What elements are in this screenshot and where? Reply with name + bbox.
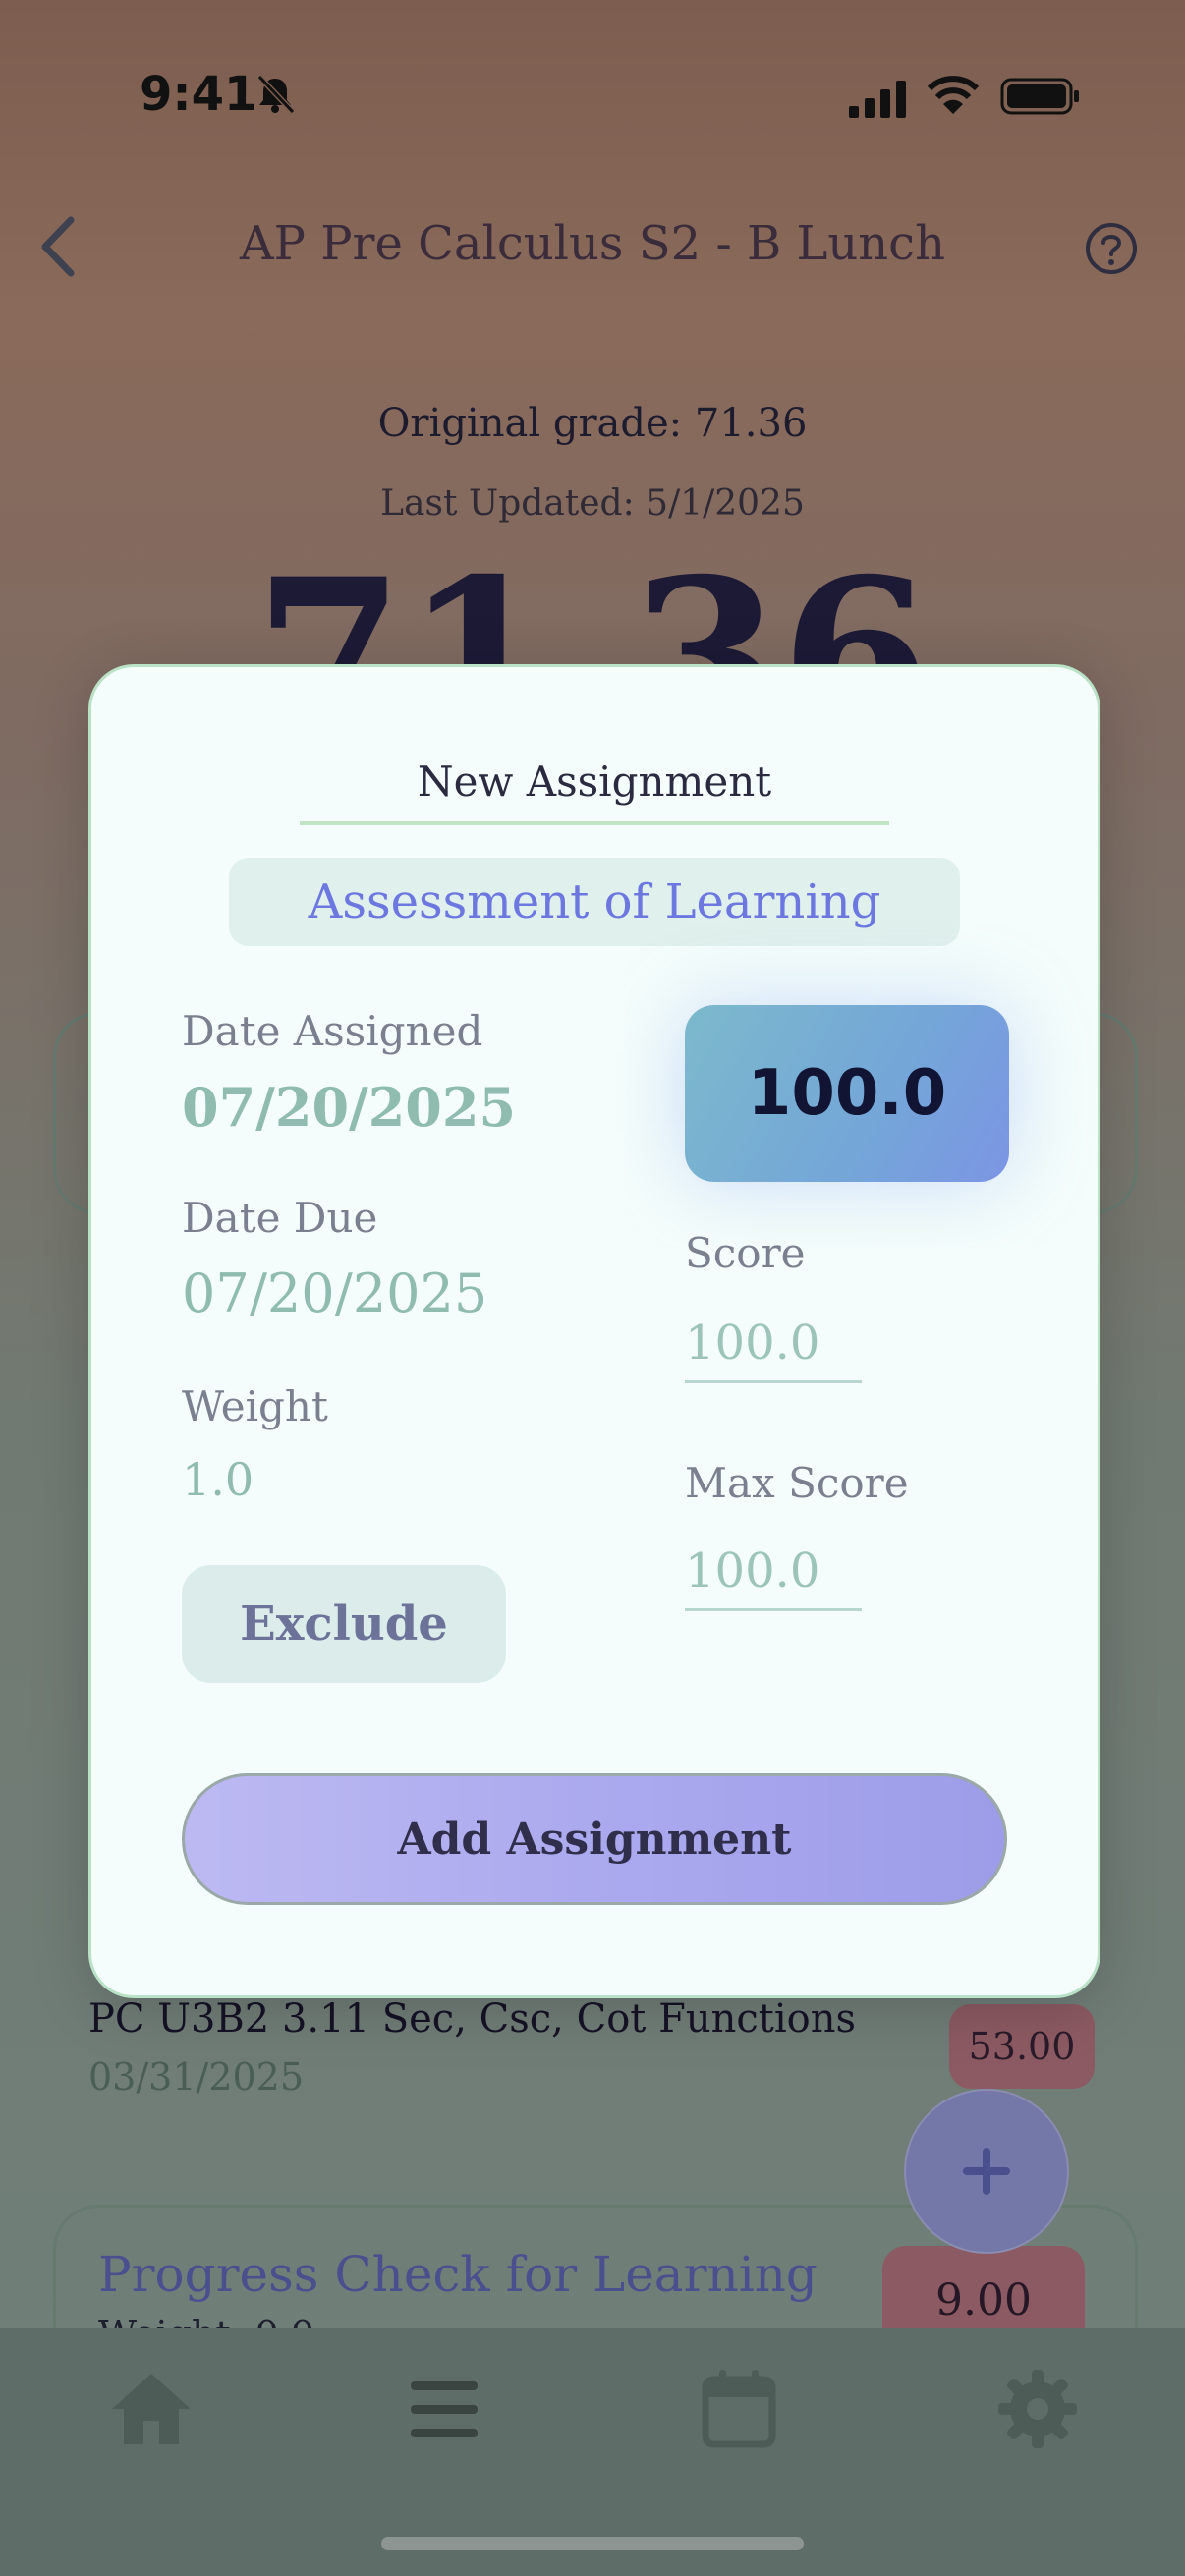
assignment-title[interactable]: PC U3B2 3.11 Sec, Csc, Cot Functions bbox=[88, 1996, 856, 2042]
last-updated: Last Updated: 5/1/2025 bbox=[380, 483, 805, 524]
score-input[interactable] bbox=[685, 1316, 862, 1383]
add-fab-button[interactable] bbox=[904, 2089, 1069, 2254]
exclude-button[interactable]: Exclude bbox=[182, 1565, 506, 1683]
category-title: Progress Check for Learning bbox=[98, 2246, 818, 2303]
date-assigned-label: Date Assigned bbox=[182, 1007, 483, 1055]
calendar-icon[interactable] bbox=[692, 2362, 786, 2456]
date-assigned-value[interactable]: 07/20/2025 bbox=[182, 1076, 516, 1139]
title-underline bbox=[300, 821, 889, 825]
list-icon[interactable] bbox=[397, 2362, 491, 2456]
add-assignment-button[interactable]: Add Assignment bbox=[182, 1773, 1007, 1905]
bell-muted-icon bbox=[256, 74, 296, 115]
date-due-label: Date Due bbox=[182, 1194, 378, 1242]
original-grade: Original grade: 71.36 bbox=[377, 401, 808, 446]
modal-title: New Assignment bbox=[417, 757, 772, 806]
assignment-score-badge: 53.00 bbox=[949, 2004, 1095, 2089]
plus-icon bbox=[963, 2148, 1010, 2195]
max-score-label: Max Score bbox=[685, 1459, 909, 1507]
date-due-value[interactable]: 07/20/2025 bbox=[182, 1262, 487, 1324]
percent-display: 100.0 bbox=[685, 1005, 1009, 1182]
max-score-input[interactable] bbox=[685, 1543, 862, 1611]
wifi-icon bbox=[928, 76, 979, 114]
score-label: Score bbox=[685, 1229, 806, 1277]
settings-icon[interactable] bbox=[990, 2362, 1085, 2456]
signal-icon bbox=[849, 81, 906, 118]
assignment-date: 03/31/2025 bbox=[88, 2055, 305, 2099]
weight-value[interactable]: 1.0 bbox=[182, 1453, 254, 1506]
status-time: 9:41 bbox=[140, 67, 257, 122]
page-title: AP Pre Calculus S2 - B Lunch bbox=[240, 216, 945, 271]
category-selector[interactable]: Assessment of Learning bbox=[229, 858, 960, 946]
new-assignment-modal: New Assignment Assessment of Learning Da… bbox=[88, 664, 1100, 1998]
home-indicator bbox=[381, 2537, 804, 2550]
battery-icon bbox=[1000, 78, 1079, 115]
home-icon[interactable] bbox=[104, 2362, 198, 2456]
help-icon[interactable] bbox=[1085, 222, 1138, 275]
weight-label: Weight bbox=[182, 1382, 328, 1430]
